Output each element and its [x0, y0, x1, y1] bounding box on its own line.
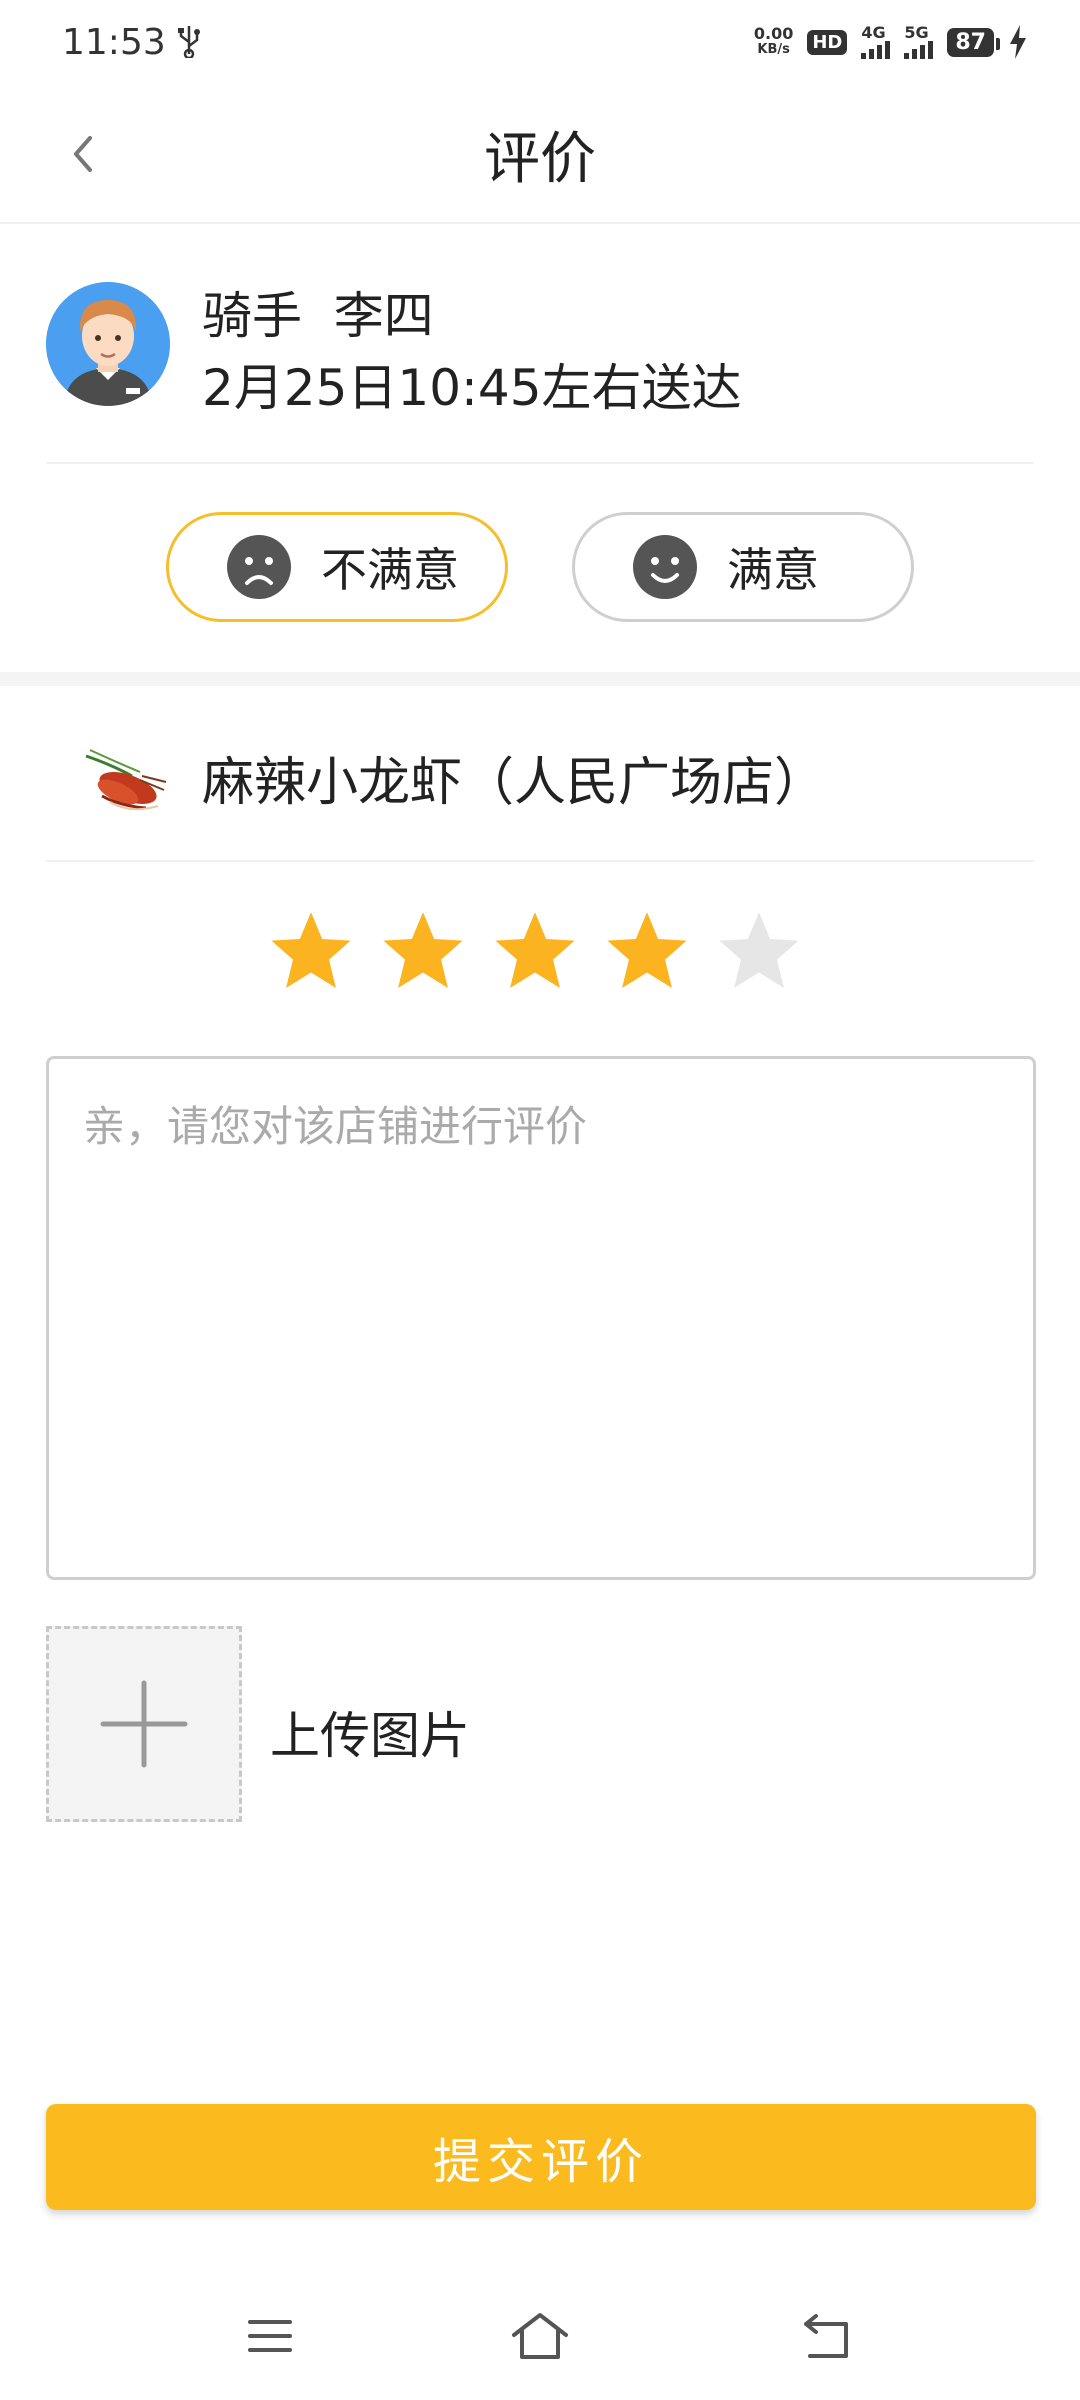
plus-icon	[100, 1680, 188, 1768]
home-button[interactable]	[510, 2306, 570, 2366]
hd-icon: HD	[807, 29, 848, 55]
divider	[46, 860, 1034, 862]
back-nav-button[interactable]	[796, 2306, 856, 2366]
return-icon	[804, 2314, 848, 2358]
signal-4g-icon: 4G	[861, 25, 891, 59]
unsatisfied-label: 不满意	[321, 543, 459, 597]
review-box	[46, 1056, 1036, 1580]
review-input[interactable]	[83, 1093, 999, 1543]
smile-face-icon	[633, 535, 697, 599]
crayfish-icon	[85, 749, 167, 811]
sad-face-icon	[227, 535, 291, 599]
usb-icon	[178, 26, 200, 58]
star-icon[interactable]	[604, 908, 690, 994]
star-icon[interactable]	[716, 908, 802, 994]
star-icon[interactable]	[268, 908, 354, 994]
store-name: 麻辣小龙虾（人民广场店）	[202, 753, 827, 813]
avatar-image	[46, 282, 170, 406]
status-icons: 0.00 KB/s HD 4G 5G 87	[754, 22, 1028, 62]
upload-image-button[interactable]	[46, 1626, 242, 1822]
submit-review-button[interactable]: 提交评价	[46, 2104, 1036, 2210]
section-divider	[0, 672, 1080, 686]
rider-avatar	[46, 282, 170, 406]
menu-icon	[248, 2320, 292, 2352]
upload-image-label: 上传图片	[270, 1707, 470, 1765]
home-icon	[512, 2313, 568, 2359]
status-time: 11:53	[62, 22, 166, 63]
divider	[46, 462, 1034, 464]
charging-icon	[1010, 25, 1026, 59]
battery-icon: 87	[947, 27, 1000, 57]
delivery-time: 2月25日10:45左右送达	[202, 359, 742, 417]
rider-name: 骑手 李四	[202, 287, 434, 345]
menu-button[interactable]	[240, 2306, 300, 2366]
unsatisfied-button[interactable]: 不满意	[166, 512, 508, 622]
header: 评价	[0, 84, 1080, 224]
satisfied-button[interactable]: 满意	[572, 512, 914, 622]
signal-5g-icon: 5G	[904, 25, 934, 59]
satisfied-label: 满意	[727, 543, 819, 597]
page-title: 评价	[484, 127, 596, 192]
network-speed: 0.00 KB/s	[753, 24, 794, 58]
rating-stars	[268, 908, 802, 994]
status-bar: 11:53 0.00 KB/s HD 4G 5G 87	[0, 0, 1080, 84]
star-icon[interactable]	[492, 908, 578, 994]
rider-section: 骑手 李四 2月25日10:45左右送达 不满意 满意	[0, 226, 1080, 672]
navigation-bar	[0, 2290, 1080, 2380]
star-icon[interactable]	[380, 908, 466, 994]
